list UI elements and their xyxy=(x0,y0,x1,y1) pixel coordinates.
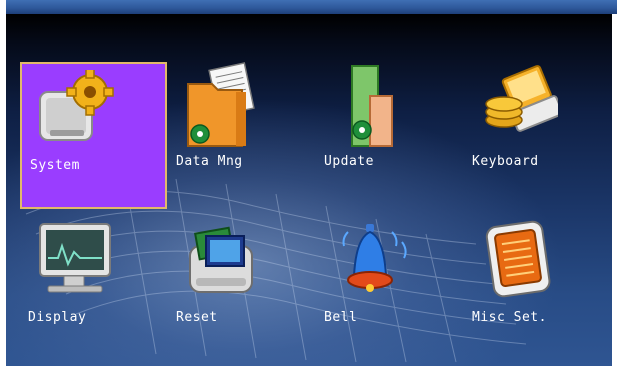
menu-item-display[interactable]: Display xyxy=(20,218,167,365)
display-monitor-icon xyxy=(39,223,111,293)
system-gear-icon xyxy=(39,70,114,141)
menu-item-label: Misc Set. xyxy=(472,310,547,325)
misc-settings-icon xyxy=(485,220,551,298)
menu-item-keyboard[interactable]: Keyboard xyxy=(464,62,611,209)
keyboard-icon xyxy=(485,65,558,132)
main-menu-screen: System Data Mng Update Keyboard Display … xyxy=(6,14,612,366)
top-bar xyxy=(6,0,617,14)
bell-icon xyxy=(342,224,407,292)
menu-item-update[interactable]: Update xyxy=(316,62,463,209)
menu-item-reset[interactable]: Reset xyxy=(168,218,315,365)
menu-item-label: System xyxy=(30,158,80,173)
menu-item-bell[interactable]: Bell xyxy=(316,218,463,365)
device-frame: System Data Mng Update Keyboard Display … xyxy=(0,0,617,374)
data-management-icon xyxy=(187,62,255,147)
menu-item-system[interactable]: System xyxy=(20,62,167,209)
menu-item-misc-set[interactable]: Misc Set. xyxy=(464,218,611,365)
menu-item-data-mng[interactable]: Data Mng xyxy=(168,62,315,209)
menu-item-label: Update xyxy=(324,154,374,169)
update-icon xyxy=(351,65,393,147)
menu-item-label: Keyboard xyxy=(472,154,539,169)
menu-item-label: Display xyxy=(28,310,87,325)
menu-item-label: Bell xyxy=(324,310,358,325)
menu-item-label: Reset xyxy=(176,310,218,325)
menu-item-label: Data Mng xyxy=(176,154,243,169)
reset-icon xyxy=(189,226,253,293)
